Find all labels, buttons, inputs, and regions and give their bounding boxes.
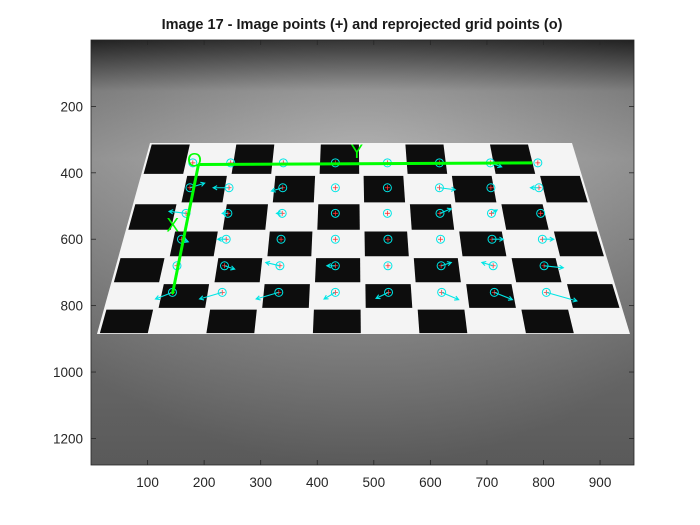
plot-area: O X Y — [91, 40, 634, 465]
y-tick-label: 800 — [60, 299, 83, 314]
x-tick-label: 500 — [363, 475, 386, 490]
x-tick-label: 100 — [136, 475, 159, 490]
x-tick-label: 200 — [193, 475, 216, 490]
y-tick-label: 400 — [60, 166, 83, 181]
y-tick-label: 200 — [60, 99, 83, 114]
board-square — [540, 175, 588, 203]
board-square — [553, 231, 604, 257]
x-tick-label: 600 — [419, 475, 442, 490]
checkerboard — [97, 143, 630, 334]
board-square — [312, 309, 361, 334]
board-square — [231, 144, 275, 174]
y-tick-label: 1200 — [53, 431, 83, 446]
board-square — [490, 144, 536, 174]
board-square — [451, 175, 497, 203]
x-tick-label: 400 — [306, 475, 329, 490]
board-square — [317, 204, 360, 230]
board-square — [99, 309, 154, 334]
board-square — [113, 258, 165, 283]
x-tick-label: 900 — [589, 475, 612, 490]
calibration-figure: Image 17 - Image points (+) and reprojec… — [53, 17, 635, 490]
board-square — [214, 258, 263, 283]
figure-title: Image 17 - Image points (+) and reprojec… — [162, 17, 563, 33]
board-square — [158, 284, 210, 308]
y-tick-label: 1000 — [53, 365, 83, 380]
x-axis-marker-label: X — [166, 216, 179, 237]
board-square — [417, 309, 468, 334]
board-square — [567, 284, 620, 308]
board-square — [466, 284, 516, 308]
frame-axis-y-line — [198, 161, 533, 167]
board-square — [267, 231, 313, 257]
board-square — [511, 258, 562, 283]
board-square — [521, 309, 574, 334]
board-square — [363, 175, 406, 203]
x-tick-label: 800 — [532, 475, 555, 490]
x-tick-label: 300 — [249, 475, 272, 490]
origin-label: O — [187, 151, 202, 172]
board-square — [459, 231, 507, 257]
x-tick-label: 700 — [476, 475, 499, 490]
board-square — [206, 309, 257, 334]
y-tick-label: 600 — [60, 232, 83, 247]
board-square — [181, 175, 227, 203]
board-square — [413, 258, 461, 283]
board-square — [262, 284, 310, 308]
board-square — [315, 258, 361, 283]
y-axis-marker-label: Y — [351, 142, 364, 163]
board-square — [143, 144, 190, 174]
